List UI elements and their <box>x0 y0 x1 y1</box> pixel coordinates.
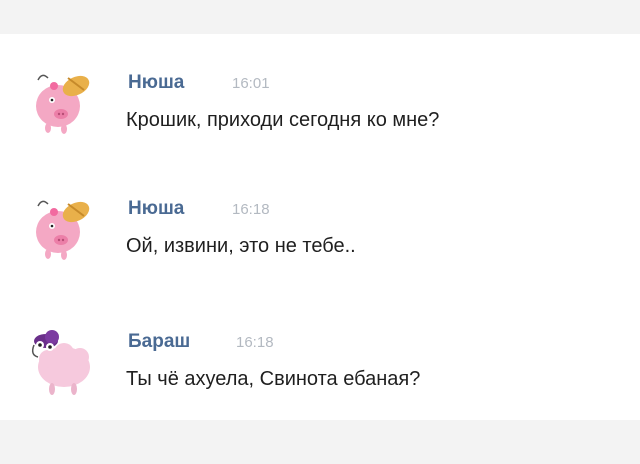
message-item: Нюша 16:01 Крошик, приходи сегодня ко мн… <box>0 72 640 152</box>
nyusha-pig-avatar[interactable] <box>18 182 106 270</box>
message-item: Бараш 16:18 Ты чё ахуела, Свинота ебаная… <box>0 330 640 411</box>
message-item: Нюша 16:18 Ой, извини, это не тебе.. <box>0 198 640 278</box>
message-author[interactable]: Нюша <box>128 198 184 220</box>
nyusha-pig-avatar[interactable] <box>18 56 106 144</box>
message-timestamp: 16:18 <box>232 201 270 218</box>
message-text: Ты чё ахуела, Свинота ебаная? <box>126 368 421 390</box>
message-timestamp: 16:18 <box>236 334 274 351</box>
message-text: Ой, извини, это не тебе.. <box>126 235 356 257</box>
chat-history: Нюша 16:01 Крошик, приходи сегодня ко мн… <box>0 34 640 420</box>
message-timestamp: 16:01 <box>232 75 270 92</box>
message-author[interactable]: Бараш <box>128 331 190 353</box>
barash-sheep-avatar[interactable] <box>18 315 106 403</box>
message-author[interactable]: Нюша <box>128 72 184 94</box>
message-text: Крошик, приходи сегодня ко мне? <box>126 109 440 131</box>
